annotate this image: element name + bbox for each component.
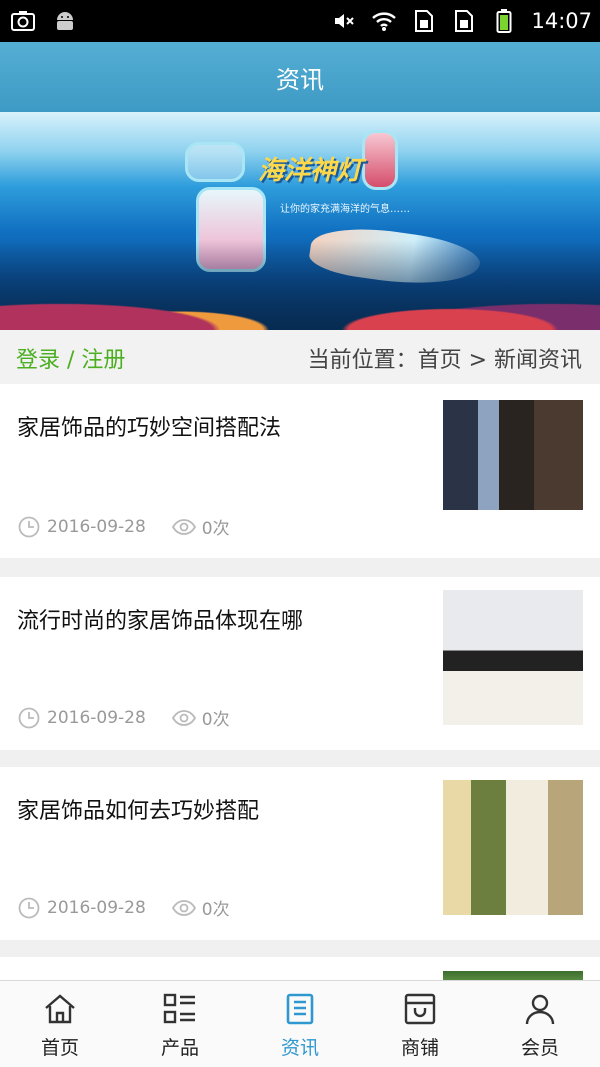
tab-stores[interactable]: 商铺 <box>360 981 480 1067</box>
news-meta: 2016-09-28 0次 <box>17 705 230 730</box>
status-bar: 14:07 <box>0 0 600 42</box>
status-time: 14:07 <box>531 9 592 33</box>
page-title: 资讯 <box>276 65 324 94</box>
bottom-tab-bar: 首页 产品 资讯 商铺 会员 <box>0 980 600 1067</box>
clock-icon <box>17 896 41 920</box>
news-title[interactable]: 家居饰品如何去巧妙搭配 <box>17 793 427 825</box>
news-title[interactable]: 家居饰品的巧妙空间搭配法 <box>17 410 427 442</box>
screenshot-icon <box>10 8 36 34</box>
android-icon <box>52 8 78 34</box>
tab-label: 产品 <box>160 1037 199 1059</box>
news-meta: 2016-09-28 0次 <box>17 514 230 539</box>
banner-title: 海洋神灯 <box>258 156 363 186</box>
wifi-icon <box>371 8 397 34</box>
eye-icon <box>171 706 196 730</box>
sim2-icon <box>451 8 477 34</box>
product-list-icon <box>162 991 198 1027</box>
clock-icon <box>17 706 41 730</box>
home-icon <box>42 991 78 1027</box>
breadcrumb: 当前位置：首页 > 新闻资讯 <box>307 348 582 373</box>
news-title[interactable]: 流行时尚的家居饰品体现在哪 <box>17 603 427 635</box>
tab-label: 资讯 <box>280 1037 319 1059</box>
tab-label: 会员 <box>520 1037 559 1059</box>
member-icon <box>522 991 558 1027</box>
tab-label: 商铺 <box>400 1037 439 1059</box>
news-item[interactable]: 家居饰品的巧妙空间搭配法 2016-09-28 0次 <box>0 384 600 558</box>
mute-icon <box>331 8 357 34</box>
promo-banner[interactable]: 海洋神灯 让你的家充满海洋的气息…… <box>0 112 600 330</box>
lantern-image <box>185 142 245 182</box>
news-date: 2016-09-28 <box>47 707 146 728</box>
news-thumbnail[interactable] <box>443 400 583 510</box>
tab-products[interactable]: 产品 <box>120 981 240 1067</box>
tab-label: 首页 <box>40 1037 79 1059</box>
lantern-image <box>362 130 398 190</box>
battery-icon <box>491 8 517 34</box>
eye-icon <box>171 515 196 539</box>
news-views: 0次 <box>201 519 230 539</box>
news-icon <box>282 991 318 1027</box>
eye-icon <box>171 896 196 920</box>
sim1-icon <box>411 8 437 34</box>
news-item[interactable]: 家居饰品如何去巧妙搭配 2016-09-28 0次 <box>0 767 600 940</box>
news-thumbnail[interactable] <box>443 780 583 915</box>
store-icon <box>402 991 438 1027</box>
tab-home[interactable]: 首页 <box>0 981 120 1067</box>
page-header: 资讯 <box>0 42 600 112</box>
tab-member[interactable]: 会员 <box>480 981 600 1067</box>
news-date: 2016-09-28 <box>47 897 146 918</box>
news-thumbnail[interactable] <box>443 590 583 725</box>
coral-reef-image <box>0 240 600 330</box>
news-views: 0次 <box>201 710 230 730</box>
login-register-link[interactable]: 登录 / 注册 <box>16 342 125 374</box>
news-meta: 2016-09-28 0次 <box>17 895 230 920</box>
tab-news[interactable]: 资讯 <box>240 981 360 1067</box>
news-date: 2016-09-28 <box>47 516 146 537</box>
news-views: 0次 <box>201 900 230 920</box>
banner-subtitle: 让你的家充满海洋的气息…… <box>280 204 410 215</box>
breadcrumb-bar: 登录 / 注册 当前位置：首页 > 新闻资讯 <box>0 330 600 384</box>
news-item[interactable]: 流行时尚的家居饰品体现在哪 2016-09-28 0次 <box>0 577 600 750</box>
clock-icon <box>17 515 41 539</box>
